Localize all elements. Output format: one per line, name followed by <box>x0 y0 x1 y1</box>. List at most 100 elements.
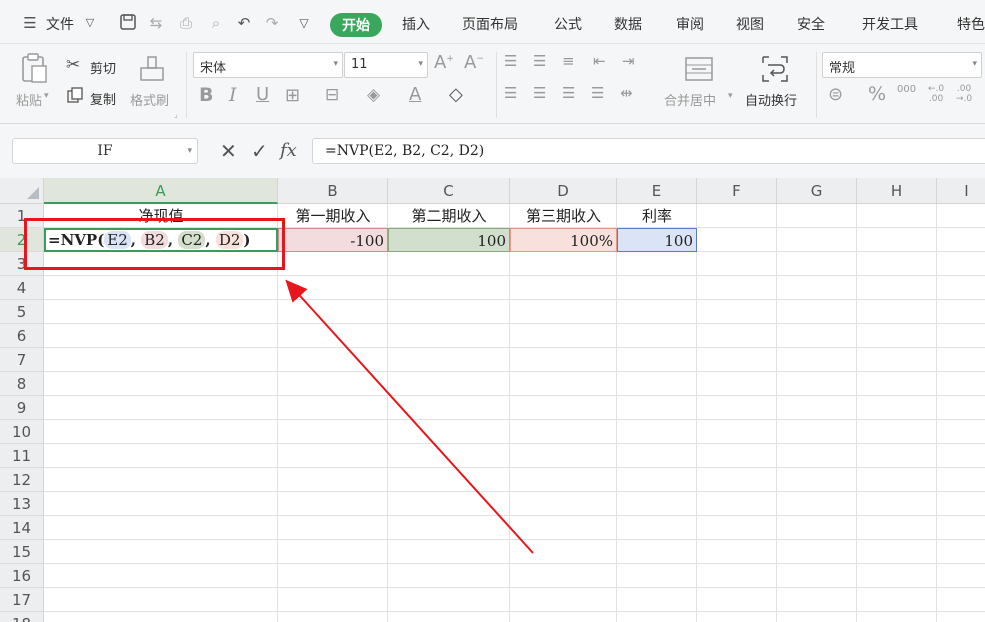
cell-b2[interactable]: -100 <box>278 228 388 252</box>
column-header-e[interactable]: E <box>617 178 697 204</box>
select-all-corner[interactable] <box>0 178 44 204</box>
distributed-icon[interactable]: ⇹ <box>620 84 633 102</box>
tab-page-layout[interactable]: 页面布局 <box>462 14 518 34</box>
hamburger-menu-icon[interactable]: ☰ <box>20 13 40 33</box>
row-header-13[interactable]: 13 <box>0 492 44 516</box>
cut-button[interactable]: 剪切 <box>90 58 116 77</box>
tab-formulas[interactable]: 公式 <box>554 14 582 34</box>
align-middle-icon[interactable]: ☰ <box>533 52 546 70</box>
tab-security[interactable]: 安全 <box>797 14 825 34</box>
paste-icon[interactable] <box>18 52 50 84</box>
row-header-4[interactable]: 4 <box>0 276 44 300</box>
thousands-button[interactable]: 000 <box>897 84 916 95</box>
decrease-font-icon[interactable]: A− <box>464 52 484 73</box>
tab-home[interactable]: 开始 <box>330 13 382 37</box>
column-header-f[interactable]: F <box>697 178 777 204</box>
row-header-16[interactable]: 16 <box>0 564 44 588</box>
tab-features[interactable]: 特色 <box>957 14 985 34</box>
paste-dropdown-icon[interactable]: ▾ <box>44 91 49 101</box>
column-header-d[interactable]: D <box>510 178 617 204</box>
cell-c2[interactable]: 100 <box>388 228 510 252</box>
column-header-b[interactable]: B <box>278 178 388 204</box>
cell-c1[interactable]: 第二期收入 <box>388 204 510 228</box>
font-color-icon[interactable]: A <box>409 84 421 105</box>
wrap-text-button[interactable]: 自动换行 <box>745 90 797 109</box>
increase-decimal-button[interactable]: ←.0 .00 <box>928 84 944 104</box>
fill-color-icon[interactable]: ◈ <box>367 85 380 105</box>
column-header-a[interactable]: A <box>44 178 278 204</box>
column-header-c[interactable]: C <box>388 178 510 204</box>
print-icon[interactable]: ⎙ <box>176 13 196 33</box>
decrease-decimal-button[interactable]: .00 →.0 <box>956 84 972 104</box>
row-header-18[interactable]: 18 <box>0 612 44 622</box>
row-header-14[interactable]: 14 <box>0 516 44 540</box>
cell-e1[interactable]: 利率 <box>617 204 697 228</box>
row-header-9[interactable]: 9 <box>0 396 44 420</box>
chevron-down-icon[interactable]: ▽ <box>80 13 100 33</box>
row-header-15[interactable]: 15 <box>0 540 44 564</box>
justify-icon[interactable]: ☰ <box>591 84 604 102</box>
copy-button[interactable]: 复制 <box>90 89 116 108</box>
save-icon[interactable] <box>118 13 138 33</box>
decrease-indent-icon[interactable]: ⇤ <box>593 52 606 70</box>
increase-font-icon[interactable]: A+ <box>434 52 454 73</box>
eraser-icon[interactable]: ◇ <box>449 84 463 105</box>
row-header-17[interactable]: 17 <box>0 588 44 612</box>
row-header-8[interactable]: 8 <box>0 372 44 396</box>
cell-e2[interactable]: 100 <box>617 228 697 252</box>
scissors-icon[interactable]: ✂ <box>66 55 80 75</box>
formula-input[interactable]: =NVP(E2, B2, C2, D2) <box>312 138 985 164</box>
align-bottom-icon[interactable]: ≡ <box>562 52 575 70</box>
cancel-formula-button[interactable]: ✕ <box>220 141 237 161</box>
row-header-5[interactable]: 5 <box>0 300 44 324</box>
undo-icon[interactable]: ↶ <box>234 13 254 33</box>
align-right-icon[interactable]: ☰ <box>562 84 575 102</box>
row-header-7[interactable]: 7 <box>0 348 44 372</box>
border-icon[interactable]: ⊞ <box>285 85 300 106</box>
number-format-select[interactable]: 常规 ▾ <box>822 52 982 78</box>
underline-icon[interactable]: U <box>256 84 269 105</box>
currency-icon[interactable]: ⊜ <box>828 84 843 105</box>
insert-function-button[interactable]: fx <box>280 140 297 161</box>
tab-view[interactable]: 视图 <box>736 14 764 34</box>
cell-d2[interactable]: 100% <box>510 228 617 252</box>
column-header-i[interactable]: I <box>937 178 985 204</box>
row-header-10[interactable]: 10 <box>0 420 44 444</box>
align-top-icon[interactable]: ☰ <box>504 52 517 70</box>
row-header-12[interactable]: 12 <box>0 468 44 492</box>
name-box[interactable]: IF ▾ <box>12 138 198 164</box>
italic-icon[interactable]: I <box>229 84 237 106</box>
cell-style-icon[interactable]: ⊟ <box>325 85 339 105</box>
print-preview-icon[interactable]: ⌕ <box>206 13 226 33</box>
clipboard-launcher-icon[interactable]: ⌟ <box>174 110 178 119</box>
wrap-text-icon[interactable] <box>760 54 790 84</box>
more-dropdown-icon[interactable]: ▽ <box>294 13 314 33</box>
align-left-icon[interactable]: ☰ <box>504 84 517 102</box>
chevron-down-icon[interactable]: ▾ <box>728 91 733 101</box>
tab-review[interactable]: 审阅 <box>676 14 704 34</box>
row-header-6[interactable]: 6 <box>0 324 44 348</box>
confirm-formula-button[interactable]: ✓ <box>251 141 268 161</box>
menu-file[interactable]: 文件 <box>46 14 74 34</box>
merge-center-button[interactable]: 合并居中 <box>664 90 716 109</box>
column-header-h[interactable]: H <box>857 178 937 204</box>
redo-icon[interactable]: ↷ <box>262 13 282 33</box>
cell-d1[interactable]: 第三期收入 <box>510 204 617 228</box>
format-painter-icon[interactable] <box>137 54 167 84</box>
column-header-g[interactable]: G <box>777 178 857 204</box>
percent-button[interactable]: % <box>868 83 886 105</box>
row-header-11[interactable]: 11 <box>0 444 44 468</box>
tab-developer[interactable]: 开发工具 <box>862 14 918 34</box>
tab-insert[interactable]: 插入 <box>402 14 430 34</box>
share-icon[interactable]: ⇆ <box>146 13 166 33</box>
font-name-select[interactable]: 宋体 ▾ <box>193 52 343 78</box>
bold-icon[interactable]: B <box>199 84 213 106</box>
increase-indent-icon[interactable]: ⇥ <box>622 52 635 70</box>
paste-button[interactable]: 粘贴 <box>16 90 42 109</box>
cell-b1[interactable]: 第一期收入 <box>278 204 388 228</box>
format-painter-button[interactable]: 格式刷 <box>130 90 169 109</box>
tab-data[interactable]: 数据 <box>614 14 642 34</box>
font-size-select[interactable]: 11 ▾ <box>344 52 428 78</box>
merge-center-icon[interactable] <box>684 54 714 84</box>
copy-icon[interactable] <box>67 87 83 103</box>
